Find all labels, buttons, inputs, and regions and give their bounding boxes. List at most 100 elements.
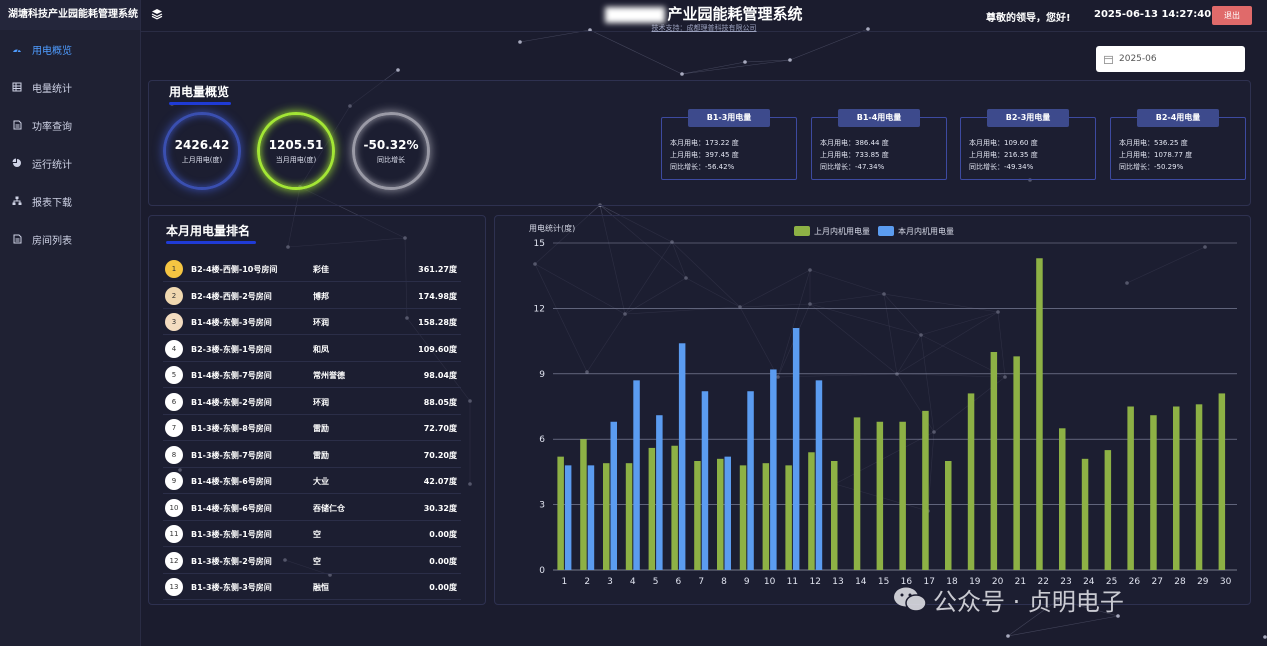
rank-badge: 4	[165, 339, 183, 358]
sidebar-item-3[interactable]: 运行统计	[0, 144, 140, 182]
building-card-2: B2-3用电量 本月用电：109.60 度上月用电：216.35 度同比增长：-4…	[960, 109, 1096, 180]
room-usage: 42.07度	[423, 477, 457, 486]
bar-last-month	[1218, 393, 1226, 570]
dashboard-icon	[12, 44, 22, 54]
datetime-text: 2025-06-13 14:27:40	[1094, 9, 1212, 20]
month-picker-value: 2025-06	[1119, 54, 1157, 64]
room-name: B1-4楼-东侧-6号房间	[191, 503, 272, 513]
rank-badge: 7	[165, 419, 183, 437]
ranking-title: 本月用电量排名	[166, 222, 256, 244]
sidebar-item-label: 功率查询	[32, 121, 72, 133]
bar-last-month	[694, 461, 701, 570]
y-axis-label: 用电统计(度)	[529, 223, 575, 233]
building-card-this-month: 本月用电：173.22 度	[670, 139, 739, 147]
room-usage: 70.20度	[423, 450, 457, 460]
room-usage: 0.00度	[429, 556, 457, 566]
bar-last-month	[762, 463, 770, 570]
building-card-1: B1-4用电量 本月用电：386.44 度上月用电：733.85 度同比增长：-4…	[811, 109, 947, 180]
rank-badge: 13	[165, 578, 183, 596]
tenant-name: 环润	[313, 397, 329, 407]
title-underline	[169, 102, 231, 105]
sidebar-item-5[interactable]: 房间列表	[0, 220, 140, 258]
bar-last-month	[648, 447, 656, 570]
x-tick-label: 7	[698, 577, 704, 587]
ranking-row[interactable]: 10 B1-4楼-东侧-6号房间 吞储仁仓 30.32度	[163, 495, 461, 521]
rank-badge: 3	[165, 313, 183, 331]
ranking-row[interactable]: 9 B1-4楼-东侧-6号房间 大业 42.07度	[163, 468, 461, 494]
summary-ring-0: 2426.42 上月用电(度)	[163, 112, 241, 190]
ranking-row[interactable]: 11 B1-3楼-东侧-1号房间 空 0.00度	[163, 521, 461, 547]
rank-badge: 11	[165, 525, 183, 543]
tenant-name: 吞储仁仓	[313, 503, 345, 513]
ring-label: 上月用电(度)	[181, 155, 223, 164]
tech-support-link[interactable]: 技术支持：成都理普科技有限公司	[141, 23, 1267, 33]
room-name: B2-4楼-西侧-10号房间	[191, 265, 278, 274]
y-tick-label: 3	[539, 501, 545, 511]
tenant-name: 大业	[313, 477, 329, 486]
building-card-0: B1-3用电量 本月用电：173.22 度上月用电：397.45 度同比增长：-5…	[661, 109, 797, 180]
room-name: B2-3楼-东侧-1号房间	[191, 344, 272, 354]
ranking-row[interactable]: 1 B2-4楼-西侧-10号房间 彩佳 361.27度	[163, 256, 461, 282]
bar-last-month	[853, 417, 861, 570]
legend-label: 上月内机用电量	[814, 226, 870, 236]
ranking-row[interactable]: 6 B1-4楼-东侧-2号房间 环润 88.05度	[163, 389, 461, 415]
page-title: 产业园能耗管理系统	[667, 5, 803, 23]
overview-panel: 用电量概览 2426.42 上月用电(度) 1205.51 当月用电(度) -50.32…	[148, 80, 1251, 206]
x-tick-label: 26	[1129, 577, 1141, 587]
ranking-row[interactable]: 4 B2-3楼-东侧-1号房间 和凤 109.60度	[163, 336, 461, 362]
building-card-last-month: 上月用电：1078.77 度	[1119, 151, 1193, 159]
bar-this-month	[724, 456, 731, 570]
x-tick-label: 14	[855, 577, 867, 587]
sidebar-item-label: 报表下载	[32, 197, 72, 209]
sidebar-item-4[interactable]: 报表下载	[0, 182, 140, 220]
bar-this-month	[633, 380, 640, 570]
logout-button[interactable]: 退出	[1212, 6, 1252, 25]
usage-bar-chart: 用电统计(度)036912151 2 3 4 5 6 7 8 9 10 11 12 13 14 15 16 17…	[529, 223, 1237, 587]
ranking-row[interactable]: 2 B2-4楼-西侧-2号房间 博邦 174.98度	[163, 283, 461, 309]
rank-badge: 12	[165, 551, 183, 570]
summary-ring-2: -50.32% 同比增长	[352, 112, 430, 190]
tenant-name: 博邦	[313, 291, 329, 301]
ranking-row[interactable]: 8 B1-3楼-东侧-7号房间 雷励 70.20度	[163, 442, 461, 468]
tenant-name: 空	[313, 556, 321, 566]
sidebar-item-1[interactable]: 电量统计	[0, 68, 140, 106]
sidebar-item-2[interactable]: 功率查询	[0, 106, 140, 144]
ranking-row[interactable]: 13 B1-3楼-东侧-3号房间 融恒 0.00度	[163, 574, 461, 600]
bar-last-month	[1150, 415, 1157, 570]
sidebar-item-label: 房间列表	[32, 235, 72, 247]
x-tick-label: 2	[584, 577, 590, 587]
tenant-name: 常州誉德	[313, 371, 345, 380]
ranking-row[interactable]: 5 B1-4楼-东侧-7号房间 常州誉德 98.04度	[163, 362, 461, 388]
ranking-row[interactable]: 3 B1-4楼-东侧-3号房间 环润 158.28度	[163, 309, 461, 335]
bar-last-month	[1195, 404, 1203, 570]
ranking-row[interactable]: 7 B1-3楼-东侧-8号房间 雷励 72.70度	[163, 415, 461, 441]
ranking-row[interactable]: 12 B1-3楼-东侧-2号房间 空 0.00度	[163, 548, 461, 574]
bar-last-month	[1036, 258, 1043, 570]
room-name: B1-3楼-东侧-8号房间	[191, 424, 272, 433]
x-tick-label: 15	[878, 577, 889, 587]
rank-badge: 9	[165, 472, 183, 490]
bar-last-month	[785, 465, 792, 570]
rank-badge: 8	[165, 445, 183, 464]
bar-this-month	[747, 391, 754, 570]
bar-this-month	[587, 465, 595, 570]
building-card-3: B2-4用电量 本月用电：536.25 度上月用电：1078.77 度同比增长：-…	[1110, 109, 1246, 180]
ring-value: 1205.51	[268, 137, 324, 152]
x-tick-label: 29	[1197, 577, 1209, 587]
bar-this-month	[770, 369, 777, 570]
room-usage: 88.05度	[423, 397, 457, 407]
bar-last-month	[1059, 428, 1066, 570]
tenant-name: 和凤	[313, 344, 329, 354]
x-tick-label: 9	[744, 577, 750, 587]
room-usage: 0.00度	[429, 530, 457, 539]
room-usage: 0.00度	[429, 583, 457, 592]
greeting-text: 尊敬的领导，您好!	[986, 13, 1071, 24]
month-picker[interactable]: 2025-06	[1096, 46, 1245, 72]
x-tick-label: 3	[607, 577, 613, 587]
bar-last-month	[1104, 450, 1112, 570]
bar-this-month	[815, 380, 823, 570]
room-usage: 361.27度	[418, 265, 457, 274]
sidebar-item-0[interactable]: 用电概览	[0, 30, 140, 68]
building-card-title: B2-4用电量	[1137, 109, 1219, 127]
chart-panel: 用电统计(度) 0 3 6 9 12 15 1 2 3 4 5 6 7 8 9 10 11 12 13 14 15 16 17…	[494, 215, 1251, 605]
